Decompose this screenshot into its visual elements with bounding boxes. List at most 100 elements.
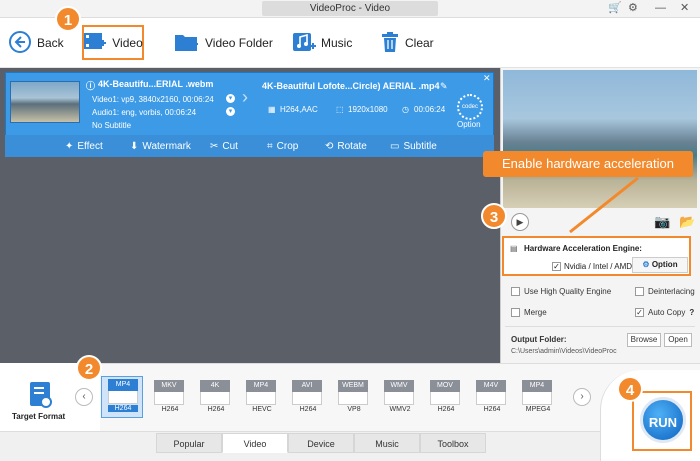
format-codec: MPEG4	[525, 406, 551, 413]
format-doc-icon	[292, 392, 322, 405]
checkbox-icon	[635, 287, 644, 296]
browse-button[interactable]: Browse	[627, 333, 661, 347]
target-format-label: Target Format	[12, 412, 66, 421]
open-button[interactable]: Open	[664, 333, 692, 347]
format-codec: H264	[437, 406, 455, 413]
watermark-button[interactable]: ⬇ Watermark	[130, 138, 191, 154]
video-thumbnail	[10, 81, 80, 123]
format-mov-h264[interactable]: MOV H264	[426, 380, 466, 418]
hw-option-label: Option	[651, 260, 678, 269]
hw-accel-box: ▤ Hardware Acceleration Engine: ✓ Nvidia…	[502, 236, 691, 276]
format-codec: HEVC	[252, 406, 272, 413]
subtitle-icon: ▭	[390, 140, 400, 152]
rotate-label: Rotate	[337, 140, 367, 152]
auto-copy-checkbox[interactable]: ✓ Auto Copy ?	[635, 308, 694, 317]
output-folder-label: Output Folder:	[511, 335, 567, 344]
format-wmv-wmv2[interactable]: WMV WMV2	[380, 380, 420, 418]
format-codec: VP8	[347, 406, 361, 413]
run-button[interactable]: RUN	[640, 397, 686, 443]
tab-popular[interactable]: Popular	[156, 433, 222, 453]
video-label: Video	[112, 35, 143, 50]
minimize-button[interactable]: —	[655, 1, 666, 16]
audio-track-info: Audio1: eng, vorbis, 00:06:24	[92, 108, 197, 117]
format-mp4-mpeg4[interactable]: MP4 MPEG4	[518, 380, 558, 418]
window-title: VideoProc - Video	[262, 1, 438, 16]
step-badge-2: 2	[76, 355, 102, 381]
format-container: MOV	[430, 380, 460, 392]
edit-name-icon[interactable]: ✎	[440, 81, 448, 92]
hw-accel-tooltip: Enable hardware acceleration	[483, 151, 693, 177]
output-folder-path: C:\Users\admin\Videos\VideoProc	[511, 348, 617, 355]
step-badge-3: 3	[481, 203, 507, 229]
format-4k-h264[interactable]: 4K H264	[196, 380, 236, 418]
music-label: Music	[321, 36, 353, 50]
play-button[interactable]: ▶	[511, 213, 529, 231]
effect-button[interactable]: ✦ Effect	[65, 138, 103, 154]
video-track-dropdown-icon[interactable]: ▾	[226, 94, 235, 103]
deinterlacing-checkbox[interactable]: Deinterlacing	[635, 287, 695, 296]
format-webm-vp8[interactable]: WEBM VP8	[334, 380, 374, 418]
format-doc-icon	[338, 392, 368, 405]
add-video-folder-button[interactable]: Video Folder	[174, 26, 273, 60]
title-bar: VideoProc - Video 🛒 ⚙ — ✕	[0, 0, 700, 18]
format-container: WEBM	[338, 380, 368, 392]
back-button[interactable]: Back	[8, 26, 64, 60]
format-avi-h264[interactable]: AVI H264	[288, 380, 328, 418]
add-video-button[interactable]: Video	[82, 25, 144, 60]
format-container: MP4	[246, 380, 276, 392]
help-icon[interactable]: ?	[689, 308, 694, 317]
hw-option-button[interactable]: ⚙ Option	[632, 257, 688, 273]
folder-add-icon	[174, 31, 200, 56]
music-add-icon	[292, 31, 316, 56]
crop-button[interactable]: ⌗ Crop	[267, 138, 298, 154]
clear-label: Clear	[405, 36, 434, 50]
subtitle-button[interactable]: ▭ Subtitle	[390, 138, 437, 154]
audio-track-dropdown-icon[interactable]: ▾	[226, 107, 235, 116]
format-doc-icon	[384, 392, 414, 405]
rotate-button[interactable]: ⟲ Rotate	[325, 138, 367, 154]
edit-toolbar: ✦ Effect ⬇ Watermark ✂ Cut ⌗ Crop ⟲ Rotate ▭ S…	[5, 135, 494, 157]
crop-icon: ⌗	[267, 140, 273, 152]
output-resolution: 1920x1080	[348, 105, 388, 114]
merge-checkbox[interactable]: Merge	[511, 308, 547, 317]
close-window-button[interactable]: ✕	[680, 1, 689, 16]
cut-button[interactable]: ✂ Cut	[210, 138, 238, 154]
codec-option-label[interactable]: Option	[457, 120, 481, 129]
cart-icon[interactable]: 🛒	[608, 1, 622, 16]
format-doc-icon	[522, 392, 552, 405]
crop-label: Crop	[276, 140, 299, 152]
tooltip-pointer	[569, 176, 639, 234]
tab-video[interactable]: Video	[222, 433, 288, 453]
watermark-icon: ⬇	[130, 140, 139, 152]
format-doc-icon	[246, 392, 276, 405]
divider	[505, 326, 695, 327]
add-music-button[interactable]: Music	[292, 26, 352, 60]
scroll-right-button[interactable]: ›	[573, 388, 591, 406]
gpu-checkbox[interactable]: ✓ Nvidia / Intel / AMD	[552, 262, 632, 271]
subtitle-info: No Subtitle	[92, 121, 132, 130]
tab-toolbox[interactable]: Toolbox	[420, 433, 486, 453]
info-icon[interactable]: ⓘ	[86, 79, 95, 92]
output-filename[interactable]: 4K-Beautiful Lofote...Circle) AERIAL .mp…	[262, 81, 440, 91]
codec-gear-icon[interactable]: codec	[457, 94, 483, 120]
format-container: MKV	[154, 380, 184, 392]
output-duration: 00:06:24	[414, 105, 446, 114]
scissors-icon: ✂	[210, 140, 219, 152]
format-mp4-h264[interactable]: MP4 H264	[101, 376, 143, 418]
format-mp4-hevc[interactable]: MP4 HEVC	[242, 380, 282, 418]
format-m4v-h264[interactable]: M4V H264	[472, 380, 512, 418]
clear-button[interactable]: Clear	[380, 26, 434, 60]
remove-item-icon[interactable]: ✕	[483, 73, 491, 84]
snapshot-icon[interactable]: 📷	[654, 214, 670, 230]
format-codec: H264	[161, 406, 179, 413]
format-mkv-h264[interactable]: MKV H264	[150, 380, 190, 418]
format-container: 4K	[200, 380, 230, 392]
scroll-left-button[interactable]: ‹	[75, 388, 93, 406]
gpu-check-icon: ✓	[552, 262, 561, 271]
folder-icon[interactable]: 📂	[679, 214, 695, 230]
settings-icon[interactable]: ⚙	[628, 1, 638, 16]
tab-device[interactable]: Device	[288, 433, 354, 453]
tab-music[interactable]: Music	[354, 433, 420, 453]
format-container: M4V	[476, 380, 506, 392]
high-quality-checkbox[interactable]: Use High Quality Engine	[511, 287, 611, 296]
